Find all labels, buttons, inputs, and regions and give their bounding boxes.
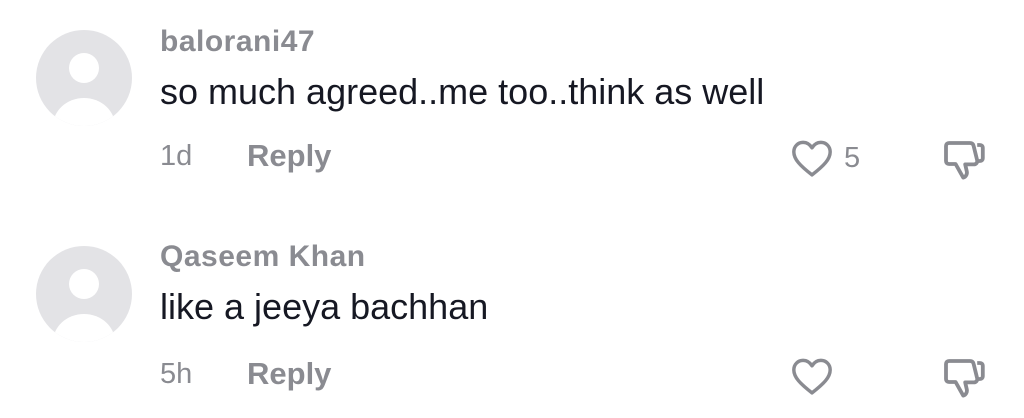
like-button[interactable]: 5 <box>790 138 860 178</box>
heart-icon <box>792 358 832 395</box>
thumbs-down-icon <box>944 141 985 180</box>
comment-text: like a jeeya bachhan <box>160 286 489 327</box>
like-button[interactable] <box>790 356 844 396</box>
comment-username[interactable]: balorani47 <box>160 27 315 57</box>
comment-username[interactable]: Qaseem Khan <box>160 242 366 272</box>
comment-timestamp: 5h <box>160 358 193 390</box>
default-avatar-icon <box>53 53 115 126</box>
comment-timestamp: 1d <box>160 140 193 172</box>
like-count: 5 <box>844 141 861 174</box>
comment-item: Qaseem Khan like a jeeya bachhan 5h Repl… <box>0 209 1024 418</box>
comment-item: balorani47 so much agreed..me too..think… <box>0 0 1024 209</box>
avatar[interactable] <box>36 246 132 342</box>
comment-text: so much agreed..me too..think as well <box>160 71 765 112</box>
dislike-button[interactable] <box>940 356 988 400</box>
reply-button[interactable]: Reply <box>247 358 331 389</box>
heart-icon <box>792 140 832 177</box>
reply-button[interactable]: Reply <box>247 140 331 171</box>
avatar[interactable] <box>36 30 132 126</box>
dislike-button[interactable] <box>940 138 988 182</box>
default-avatar-icon <box>53 269 115 342</box>
thumbs-down-icon <box>944 359 985 398</box>
